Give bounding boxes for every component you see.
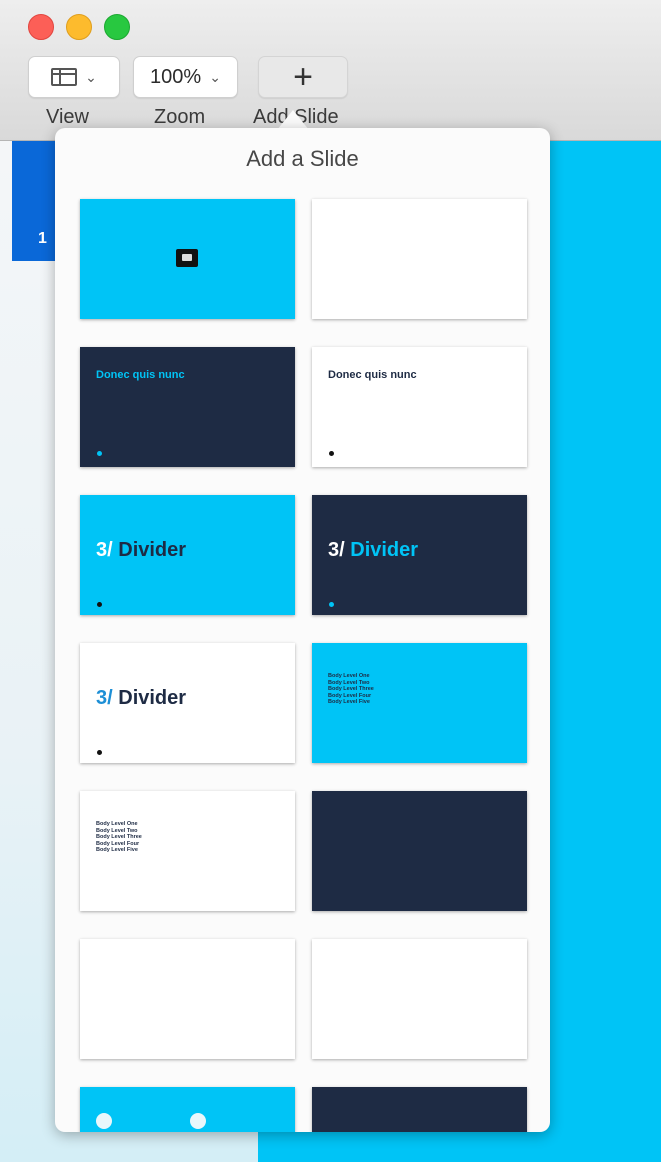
close-window-icon[interactable] <box>28 14 54 40</box>
divider-heading: 3/ Divider <box>328 539 418 562</box>
divider-word: Divider <box>344 539 419 561</box>
divider-number: 3/ <box>96 539 113 561</box>
body-text-line: Body Level Five <box>96 847 138 853</box>
photo-placeholder-icon <box>190 1113 206 1129</box>
slide-layout-thumbnail[interactable] <box>312 199 527 319</box>
body-text-lines: Body Level One Body Level Two Body Level T… <box>328 673 374 706</box>
plus-icon: + <box>293 58 313 96</box>
view-button[interactable]: ⌄ <box>28 56 120 98</box>
slide-layout-thumbnail[interactable]: 3/ Divider <box>80 495 295 615</box>
chevron-down-icon: ⌄ <box>85 68 97 85</box>
zoom-value: 100% <box>150 65 202 88</box>
photo-placeholder-icon <box>96 1113 112 1129</box>
body-text-line: Body Level Three <box>96 834 142 840</box>
add-slide-button[interactable]: + <box>258 56 348 98</box>
maximize-window-icon[interactable] <box>104 14 130 40</box>
body-text-line: Body Level One <box>328 673 370 679</box>
slide-layout-thumbnail[interactable]: 3/ Divider <box>312 495 527 615</box>
slide-layout-thumbnail[interactable] <box>312 791 527 911</box>
chevron-down-icon: ⌄ <box>209 68 221 85</box>
slide-number: 1 <box>38 230 47 247</box>
slide-layout-thumbnail[interactable]: Body Level One Body Level Two Body Level T… <box>312 643 527 763</box>
slide-layout-thumbnail[interactable] <box>80 1087 295 1132</box>
slide-layout-thumbnail[interactable] <box>312 1087 527 1132</box>
slide-layout-thumbnail[interactable] <box>80 939 295 1059</box>
body-text-line: Body Level Three <box>328 686 374 692</box>
zoom-label: Zoom <box>154 106 206 128</box>
view-label: View <box>46 106 89 128</box>
popover-arrow <box>277 110 309 130</box>
thumbnail-heading: Donec quis nunc <box>328 369 417 381</box>
slide-layout-thumbnail[interactable]: Donec quis nunc <box>80 347 295 467</box>
thumbnail-heading: Donec quis nunc <box>96 369 185 381</box>
slide-layout-thumbnail[interactable] <box>312 939 527 1059</box>
window-toolbar: ⌄ 100% ⌄ + View Zoom Add Slide <box>0 0 661 141</box>
add-slide-popover: Add a Slide Donec quis nunc Donec quis nu… <box>55 128 550 1132</box>
bullet-dot <box>97 602 102 607</box>
body-text-line: Body Level One <box>96 821 138 827</box>
minimize-window-icon[interactable] <box>66 14 92 40</box>
slide-layout-thumbnail[interactable] <box>80 199 295 319</box>
bullet-dot <box>329 602 334 607</box>
bullet-dot <box>329 451 334 456</box>
popover-title: Add a Slide <box>246 146 359 171</box>
body-text-lines: Body Level One Body Level Two Body Level T… <box>96 821 142 854</box>
zoom-button[interactable]: 100% ⌄ <box>133 56 238 98</box>
bullet-dot <box>97 750 102 755</box>
slide-layout-thumbnail[interactable]: Donec quis nunc <box>312 347 527 467</box>
image-placeholder-icon <box>176 249 198 267</box>
bullet-dot <box>97 451 102 456</box>
divider-word: Divider <box>112 539 187 561</box>
slide-layout-thumbnail[interactable]: 3/ Divider <box>80 643 295 763</box>
divider-heading: 3/ Divider <box>96 687 186 710</box>
divider-number: 3/ <box>328 539 345 561</box>
divider-word: Divider <box>112 687 187 709</box>
divider-heading: 3/ Divider <box>96 539 186 562</box>
sidebar-layout-icon <box>51 68 78 86</box>
body-text-line: Body Level Five <box>328 699 370 705</box>
slide-layout-thumbnail[interactable]: Body Level One Body Level Two Body Level T… <box>80 791 295 911</box>
divider-number: 3/ <box>96 687 113 709</box>
